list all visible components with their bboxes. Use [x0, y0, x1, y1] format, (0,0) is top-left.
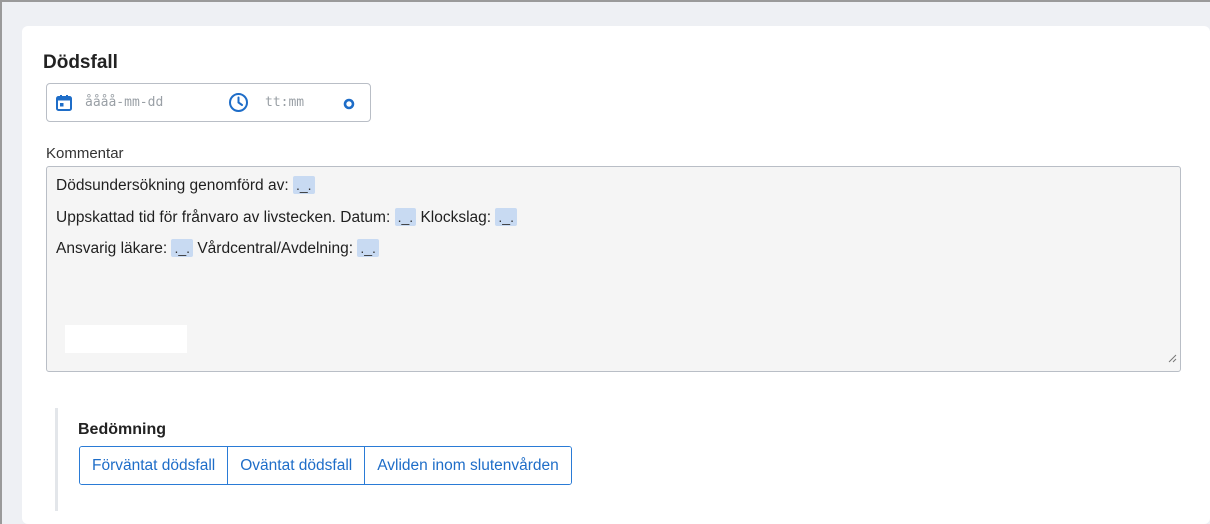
comment-text: Klockslag: — [416, 209, 496, 226]
window-frame: Dödsfall åååå-mm-dd tt:mm Kommentar Döds… — [0, 0, 1210, 524]
death-section-card: Dödsfall åååå-mm-dd tt:mm Kommentar Döds… — [22, 26, 1210, 524]
placeholder-token[interactable]: ._. — [495, 208, 517, 226]
date-input[interactable]: åååå-mm-dd — [85, 95, 163, 110]
comment-text: Dödsundersökning genomförd av: — [56, 177, 293, 194]
placeholder-token[interactable]: ._. — [357, 239, 379, 257]
unexpected-death-button[interactable]: Oväntat dödsfall — [228, 447, 366, 484]
comment-line: Uppskattad tid för frånvaro av livstecke… — [56, 208, 517, 227]
comment-text: Vårdcentral/Avdelning: — [193, 240, 358, 257]
comment-line: Ansvarig läkare: ._. Vårdcentral/Avdelni… — [56, 239, 379, 258]
comment-text: Uppskattad tid för frånvaro av livstecke… — [56, 209, 395, 226]
calendar-icon[interactable] — [55, 94, 73, 117]
comment-text: Ansvarig läkare: — [56, 240, 172, 257]
assessment-label: Bedömning — [78, 421, 166, 438]
expected-death-button[interactable]: Förväntat dödsfall — [80, 447, 229, 484]
clock-icon[interactable] — [228, 92, 249, 118]
comment-textarea[interactable]: Dödsundersökning genomförd av: ._. Uppsk… — [46, 166, 1181, 372]
placeholder-token[interactable]: ._. — [394, 208, 417, 226]
time-input[interactable]: tt:mm — [265, 95, 304, 110]
placeholder-token[interactable]: ._. — [171, 239, 194, 257]
died-in-hospital-button[interactable]: Avliden inom slutenvården — [365, 447, 571, 484]
assessment-button-group: Förväntat dödsfall Oväntat dödsfall Avli… — [79, 446, 572, 485]
redaction-strip — [65, 325, 187, 353]
assessment-group-rule — [55, 408, 58, 511]
datetime-field[interactable]: åååå-mm-dd tt:mm — [46, 83, 371, 122]
circle-dot-icon[interactable] — [343, 97, 355, 115]
comment-line: Dödsundersökning genomförd av: ._. — [56, 176, 315, 195]
section-title: Dödsfall — [43, 52, 118, 73]
placeholder-token[interactable]: ._. — [292, 176, 315, 194]
resize-handle-icon[interactable] — [1167, 350, 1177, 368]
comment-label: Kommentar — [46, 145, 124, 162]
